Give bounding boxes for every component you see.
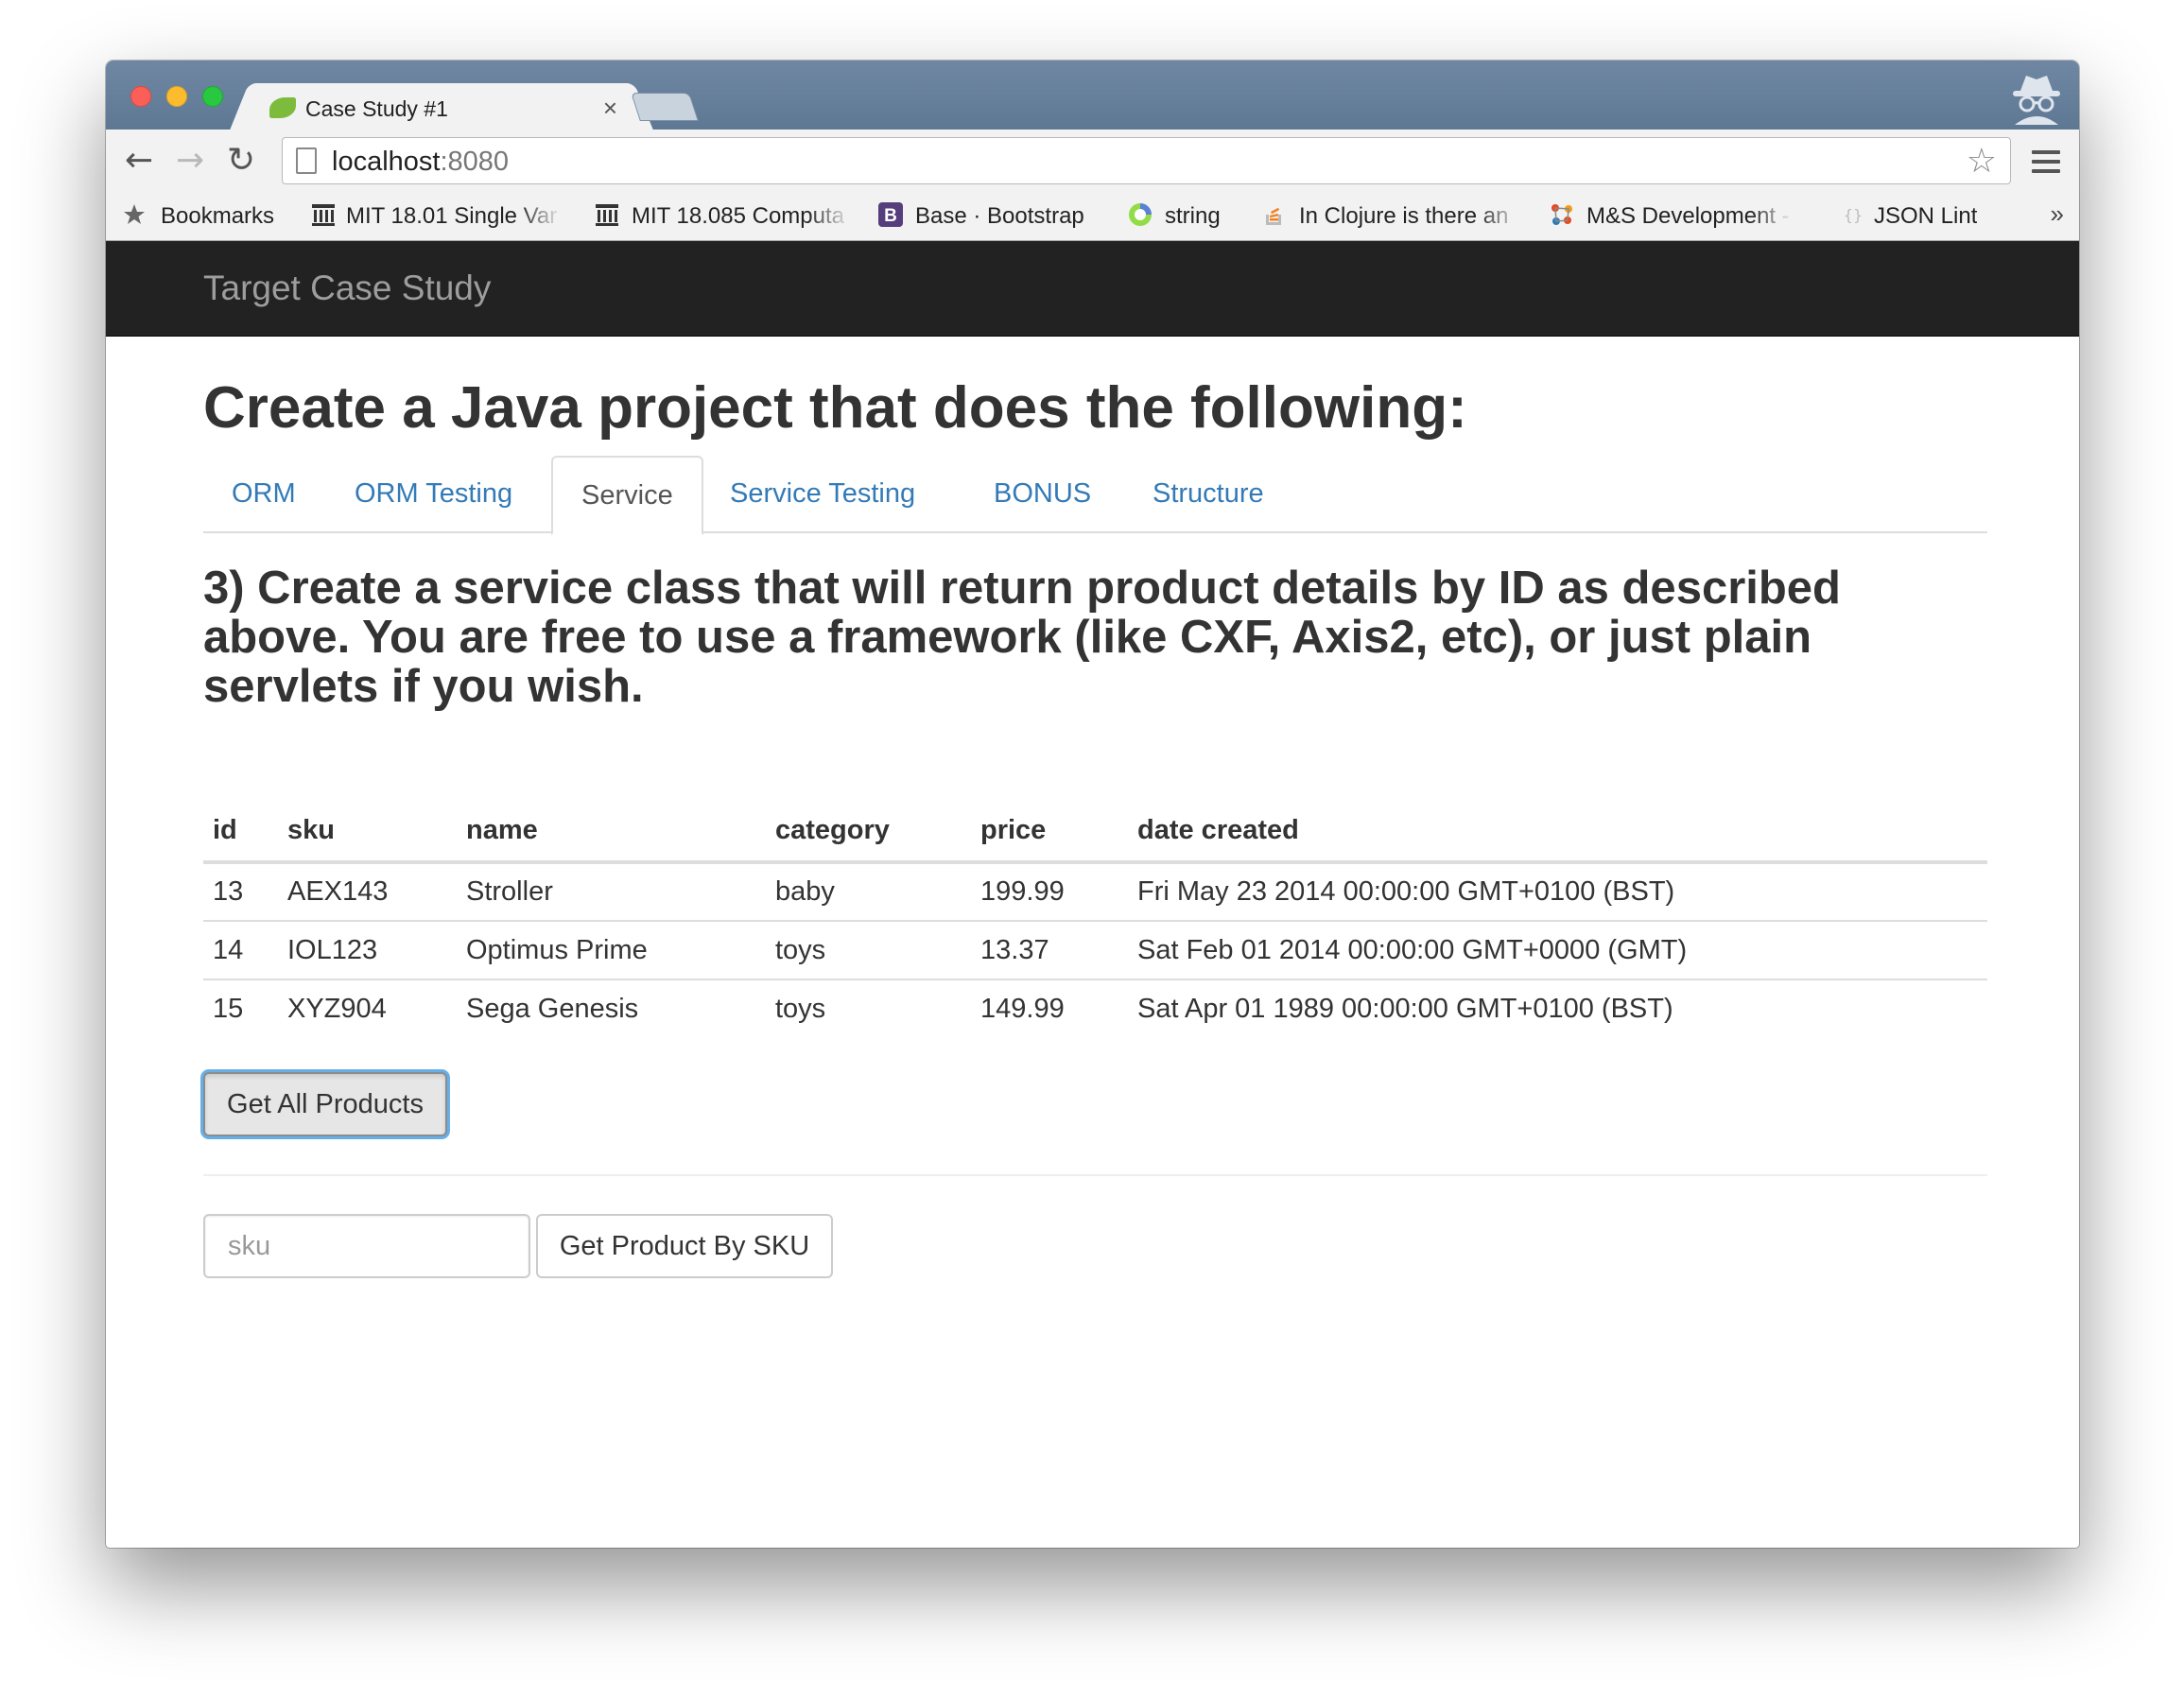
reload-icon[interactable]: ↻ bbox=[227, 141, 255, 180]
star-icon bbox=[124, 204, 145, 224]
bookmark-ms-development[interactable]: M&S Development - bbox=[1586, 203, 1793, 230]
tab-bonus[interactable]: BONUS bbox=[965, 456, 1119, 535]
tab-orm[interactable]: ORM bbox=[203, 456, 324, 535]
bookmarks-overflow-icon[interactable]: » bbox=[2051, 199, 2064, 229]
cell-name: Stroller bbox=[457, 861, 766, 921]
svg-text:B: B bbox=[884, 206, 897, 226]
bookmark-mit-18085[interactable]: MIT 18.085 Computa bbox=[632, 203, 851, 230]
bookmarks-bar: Bookmarks MIT 18.01 Single Var MIT 18.08… bbox=[106, 192, 2079, 241]
get-all-products-button[interactable]: Get All Products bbox=[203, 1072, 447, 1136]
column-header-date-created: date created bbox=[1128, 800, 1987, 864]
url-host: localhost bbox=[332, 147, 441, 177]
cell-id: 15 bbox=[203, 979, 278, 1038]
cell-id: 14 bbox=[203, 920, 278, 979]
incognito-icon bbox=[2013, 76, 2060, 125]
cell-date-created: Fri May 23 2014 00:00:00 GMT+0100 (BST) bbox=[1128, 861, 1987, 921]
column-header-price: price bbox=[971, 800, 1128, 864]
cell-sku: AEX143 bbox=[278, 861, 457, 921]
address-bar[interactable]: localhost:8080 ☆ bbox=[282, 137, 2011, 184]
column-header-id: id bbox=[203, 800, 278, 864]
cell-category: toys bbox=[766, 979, 971, 1038]
cell-sku: IOL123 bbox=[278, 920, 457, 979]
cell-date-created: Sat Feb 01 2014 00:00:00 GMT+0000 (GMT) bbox=[1128, 920, 1987, 979]
minimize-window-icon[interactable] bbox=[166, 86, 187, 107]
products-table: id sku name category price date created … bbox=[203, 800, 1987, 1038]
cell-sku: XYZ904 bbox=[278, 979, 457, 1038]
get-product-by-sku-button[interactable]: Get Product By SKU bbox=[536, 1214, 833, 1278]
back-arrow-icon[interactable]: ← bbox=[125, 141, 153, 180]
forward-arrow-icon[interactable]: → bbox=[176, 141, 204, 180]
cell-date-created: Sat Apr 01 1989 00:00:00 GMT+0100 (BST) bbox=[1128, 979, 1987, 1038]
bookmark-json-lint[interactable]: JSON Lint bbox=[1874, 203, 1977, 230]
column-header-category: category bbox=[766, 800, 971, 864]
zoom-window-icon[interactable] bbox=[202, 86, 223, 107]
cell-name: Sega Genesis bbox=[457, 979, 766, 1038]
browser-toolbar: ← → ↻ localhost:8080 ☆ bbox=[106, 130, 2079, 192]
section-heading: 3) Create a service class that will retu… bbox=[203, 563, 1841, 712]
url-port: :8080 bbox=[440, 147, 510, 177]
url-text[interactable]: localhost:8080 bbox=[332, 147, 509, 178]
new-tab-button[interactable] bbox=[631, 93, 699, 121]
cell-name: Optimus Prime bbox=[457, 920, 766, 979]
cell-price: 149.99 bbox=[971, 979, 1128, 1038]
svg-text:{}: {} bbox=[1844, 206, 1863, 224]
tab-close-icon[interactable]: × bbox=[603, 94, 617, 123]
column-header-name: name bbox=[457, 800, 766, 864]
bookmark-clojure-question[interactable]: In Clojure is there an bbox=[1299, 203, 1522, 230]
bookmark-bootstrap[interactable]: Base · Bootstrap bbox=[915, 203, 1084, 230]
tab-title: Case Study #1 bbox=[305, 96, 448, 121]
divider bbox=[203, 1174, 1987, 1176]
tab-service-testing[interactable]: Service Testing bbox=[702, 456, 944, 535]
tab-structure[interactable]: Structure bbox=[1124, 456, 1292, 535]
column-header-sku: sku bbox=[278, 800, 457, 864]
cell-category: toys bbox=[766, 920, 971, 979]
tab-service[interactable]: Service bbox=[551, 456, 703, 535]
table-row: 13 AEX143 Stroller baby 199.99 Fri May 2… bbox=[203, 861, 1987, 921]
bookmark-star-icon[interactable]: ☆ bbox=[1967, 142, 1997, 181]
bookmark-mit-1801[interactable]: MIT 18.01 Single Var bbox=[346, 203, 562, 230]
table-row: 15 XYZ904 Sega Genesis toys 149.99 Sat A… bbox=[203, 979, 1987, 1038]
sku-input[interactable] bbox=[203, 1214, 530, 1278]
navbar-brand[interactable]: Target Case Study bbox=[203, 269, 491, 308]
mit-icon bbox=[596, 204, 618, 226]
browser-window: Case Study #1 × ← → ↻ localhost:8080 ☆ B… bbox=[106, 61, 2079, 1548]
cell-category: baby bbox=[766, 861, 971, 921]
table-row: 14 IOL123 Optimus Prime toys 13.37 Sat F… bbox=[203, 920, 1987, 979]
mit-icon bbox=[312, 204, 335, 226]
browser-tab[interactable]: Case Study #1 × bbox=[252, 83, 631, 130]
tab-orm-testing[interactable]: ORM Testing bbox=[326, 456, 541, 535]
page-title: Create a Java project that does the foll… bbox=[203, 375, 1467, 441]
json-icon: {} bbox=[1844, 206, 1863, 224]
ms-icon bbox=[1551, 204, 1572, 225]
bookmark-string[interactable]: string bbox=[1165, 203, 1221, 230]
clojure-icon bbox=[1129, 203, 1152, 226]
cell-price: 199.99 bbox=[971, 861, 1128, 921]
cell-price: 13.37 bbox=[971, 920, 1128, 979]
cell-id: 13 bbox=[203, 861, 278, 921]
site-navbar: Target Case Study bbox=[106, 241, 2079, 337]
close-window-icon[interactable] bbox=[130, 86, 151, 107]
hamburger-menu-icon[interactable] bbox=[2032, 150, 2060, 173]
stackoverflow-icon bbox=[1266, 207, 1281, 225]
bootstrap-icon: B bbox=[878, 202, 903, 227]
table-header-row: id sku name category price date created bbox=[203, 800, 1987, 864]
section-tabs: ORM ORM Testing Service Service Testing … bbox=[203, 456, 1987, 535]
page-icon bbox=[296, 147, 317, 174]
browser-titlebar: Case Study #1 × bbox=[106, 61, 2079, 130]
bookmark-bookmarks[interactable]: Bookmarks bbox=[161, 203, 274, 230]
spring-leaf-icon bbox=[269, 97, 296, 118]
